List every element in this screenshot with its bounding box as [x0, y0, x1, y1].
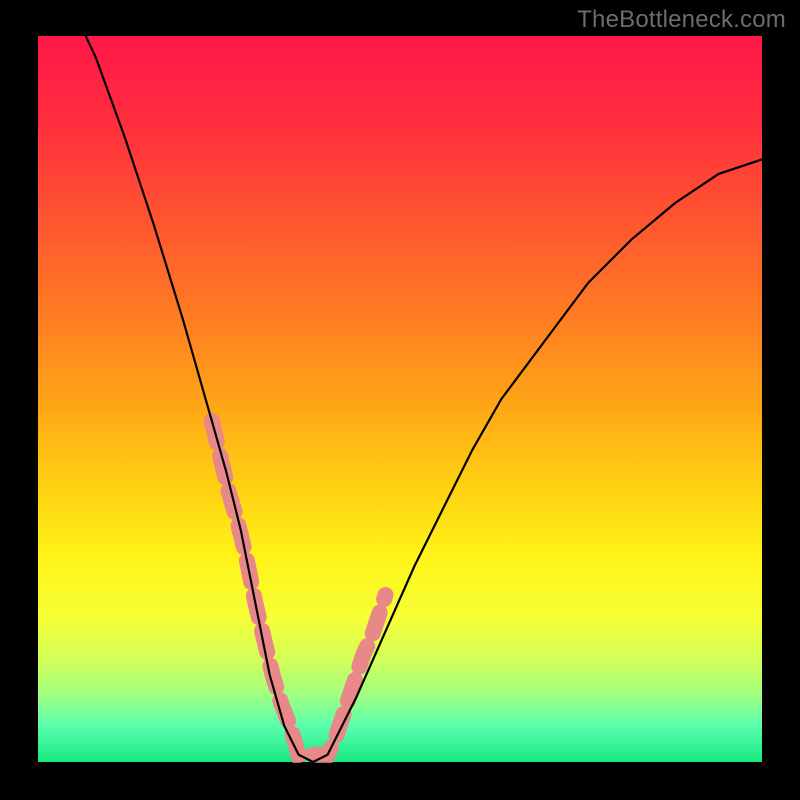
chart-frame: TheBottleneck.com	[0, 0, 800, 800]
attribution-label: TheBottleneck.com	[577, 6, 786, 34]
plot-background	[38, 36, 762, 762]
bottleneck-chart	[0, 0, 800, 800]
